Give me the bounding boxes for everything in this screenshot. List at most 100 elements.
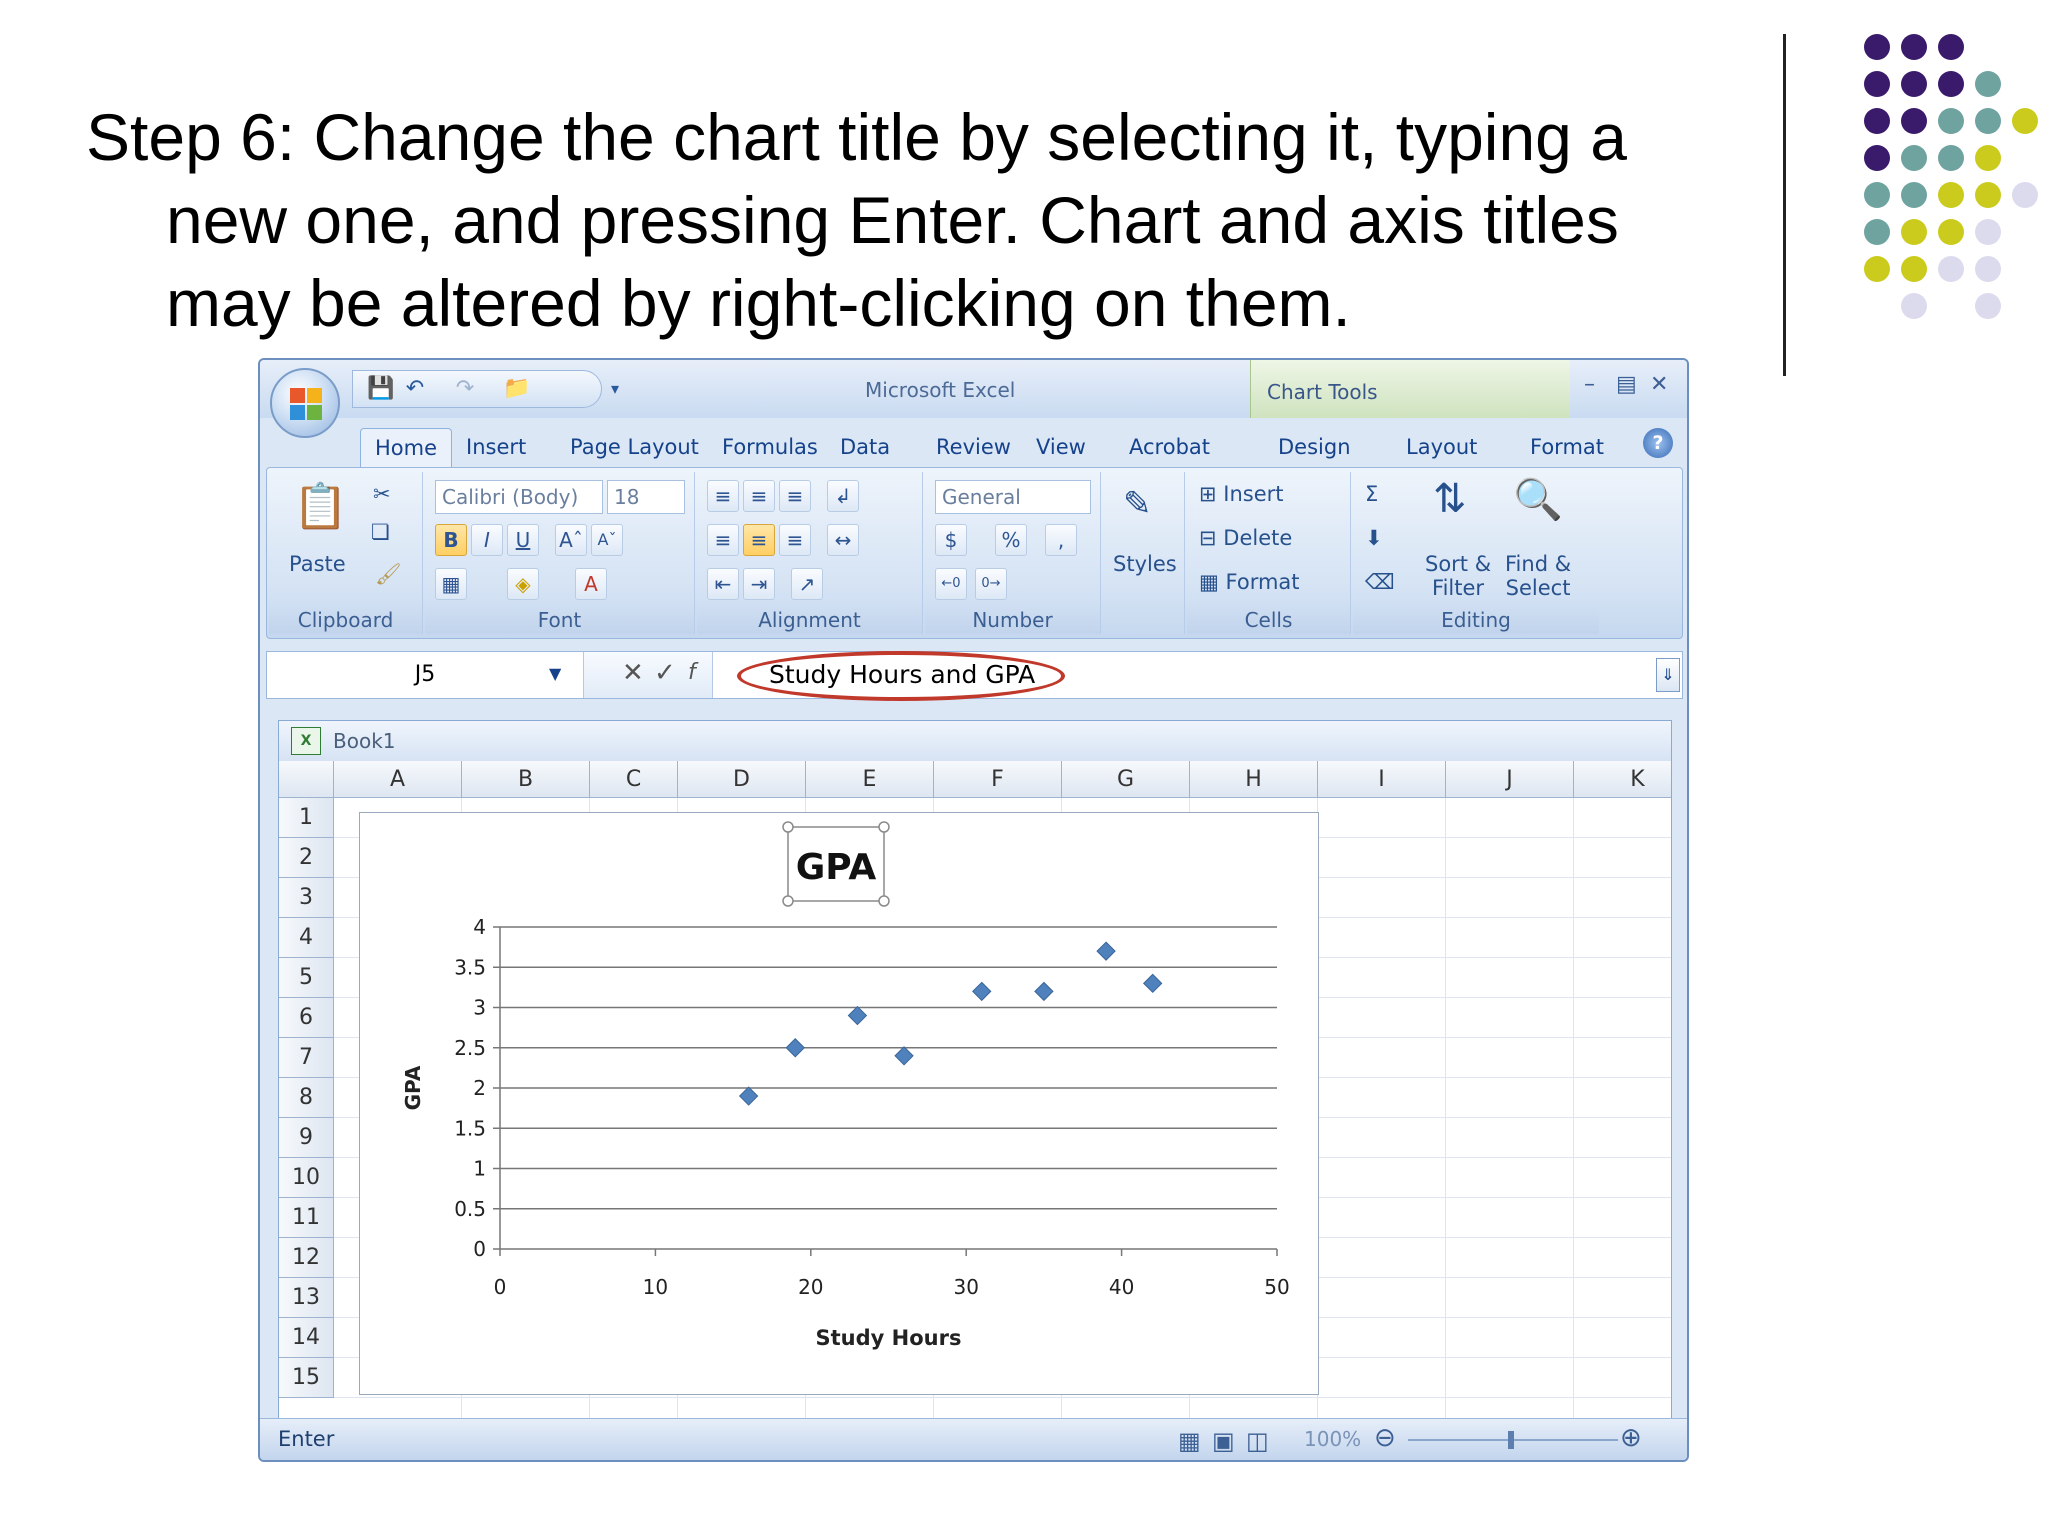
page-layout-view-icon[interactable]: ▣ [1212, 1427, 1235, 1455]
zoom-in-icon[interactable]: ⊕ [1620, 1423, 1642, 1453]
column-header-g[interactable]: G [1062, 761, 1190, 798]
row-header-5[interactable]: 5 [279, 958, 334, 998]
select-all-corner[interactable] [279, 761, 334, 798]
format-painter-icon[interactable]: 🖌 [375, 562, 402, 587]
decrease-indent-icon[interactable]: ⇤ [707, 568, 739, 600]
row-header-7[interactable]: 7 [279, 1038, 334, 1078]
tab-formulas[interactable]: Formulas [708, 428, 832, 468]
maximize-icon[interactable]: ▤ [1616, 372, 1637, 397]
help-icon[interactable]: ? [1643, 428, 1673, 458]
clear-icon[interactable]: ⌫ [1365, 570, 1395, 594]
underline-button[interactable]: U [507, 524, 539, 556]
tab-insert[interactable]: Insert [452, 428, 540, 468]
undo-icon[interactable]: ↶ [403, 377, 427, 401]
fill-icon[interactable]: ⬇ [1365, 526, 1383, 550]
align-top-icon[interactable]: ≡ [707, 480, 739, 512]
italic-button[interactable]: I [471, 524, 503, 556]
row-header-6[interactable]: 6 [279, 998, 334, 1038]
zoom-out-icon[interactable]: ⊖ [1374, 1423, 1396, 1453]
enter-icon[interactable]: ✓ [654, 658, 676, 688]
align-bottom-icon[interactable]: ≡ [779, 480, 811, 512]
row-header-10[interactable]: 10 [279, 1158, 334, 1198]
row-header-8[interactable]: 8 [279, 1078, 334, 1118]
column-header-f[interactable]: F [934, 761, 1062, 798]
column-header-i[interactable]: I [1318, 761, 1446, 798]
sort-filter-icon[interactable]: ⇅ [1433, 476, 1467, 522]
insert-function-icon[interactable]: f [688, 660, 696, 685]
tab-review[interactable]: Review [922, 428, 1025, 468]
grow-font-icon[interactable]: Aˆ [555, 524, 587, 556]
increase-decimal-icon[interactable]: ←0 [935, 568, 967, 600]
wrap-text-icon[interactable]: ↲ [827, 480, 859, 512]
styles-button[interactable]: Styles [1113, 552, 1177, 576]
tab-design[interactable]: Design [1264, 428, 1365, 468]
tab-view[interactable]: View [1022, 428, 1100, 468]
styles-icon[interactable]: ✎ [1123, 484, 1152, 524]
sort-filter-button[interactable]: Sort & Filter [1425, 552, 1491, 600]
row-header-14[interactable]: 14 [279, 1318, 334, 1358]
tab-data[interactable]: Data [826, 428, 904, 468]
merge-center-icon[interactable]: ↔ [827, 524, 859, 556]
orientation-icon[interactable]: ↗ [791, 568, 823, 600]
column-header-d[interactable]: D [678, 761, 806, 798]
normal-view-icon[interactable]: ▦ [1178, 1427, 1201, 1455]
bold-button[interactable]: B [435, 524, 467, 556]
copy-icon[interactable]: ❏ [371, 520, 390, 544]
column-header-h[interactable]: H [1190, 761, 1318, 798]
font-color-icon[interactable]: A [575, 568, 607, 600]
column-header-j[interactable]: J [1446, 761, 1574, 798]
row-header-11[interactable]: 11 [279, 1198, 334, 1238]
row-header-2[interactable]: 2 [279, 838, 334, 878]
insert-cells-button[interactable]: ⊞ Insert [1199, 482, 1284, 506]
find-select-button[interactable]: Find & Select [1505, 552, 1571, 600]
paste-icon[interactable]: 📋 [293, 480, 348, 532]
close-icon[interactable]: ✕ [1650, 372, 1668, 397]
format-cells-button[interactable]: ▦ Format [1199, 570, 1300, 594]
cancel-icon[interactable]: ✕ [622, 658, 644, 688]
autosum-icon[interactable]: Σ [1365, 482, 1378, 506]
expand-formula-icon[interactable]: ⇓ [1656, 658, 1680, 692]
zoom-level[interactable]: 100% [1304, 1427, 1361, 1451]
shrink-font-icon[interactable]: Aˇ [591, 524, 623, 556]
save-icon[interactable]: 💾 [367, 377, 394, 401]
column-header-a[interactable]: A [334, 761, 462, 798]
row-header-1[interactable]: 1 [279, 798, 334, 838]
tab-home[interactable]: Home [360, 428, 453, 468]
cut-icon[interactable]: ✂ [373, 482, 391, 506]
decrease-decimal-icon[interactable]: 0→ [975, 568, 1007, 600]
redo-icon[interactable]: ↷ [453, 377, 477, 401]
tab-acrobat[interactable]: Acrobat [1115, 428, 1224, 468]
paste-button[interactable]: Paste [289, 552, 346, 576]
row-header-3[interactable]: 3 [279, 878, 334, 918]
row-header-12[interactable]: 12 [279, 1238, 334, 1278]
row-header-13[interactable]: 13 [279, 1278, 334, 1318]
open-icon[interactable]: 📁 [503, 377, 530, 401]
align-middle-icon[interactable]: ≡ [743, 480, 775, 512]
percent-button[interactable]: % [995, 524, 1027, 556]
binoculars-icon[interactable]: 🔍 [1513, 476, 1563, 523]
minimize-icon[interactable]: – [1584, 372, 1595, 397]
align-right-icon[interactable]: ≡ [779, 524, 811, 556]
fill-color-icon[interactable]: ◈ [507, 568, 539, 600]
page-break-view-icon[interactable]: ◫ [1246, 1427, 1269, 1455]
office-button[interactable] [270, 368, 340, 438]
currency-button[interactable]: $ [935, 524, 967, 556]
row-header-9[interactable]: 9 [279, 1118, 334, 1158]
customize-qat-icon[interactable]: ▾ [603, 377, 627, 401]
zoom-slider-thumb[interactable] [1508, 1431, 1514, 1449]
tab-format[interactable]: Format [1516, 428, 1618, 468]
name-box[interactable]: J5 [267, 652, 583, 698]
delete-cells-button[interactable]: ⊟ Delete [1199, 526, 1292, 550]
worksheet-grid[interactable]: 0 0.5 1 1.5 2 2.5 3 3.5 4 0 10 20 30 40 50 Study Hours G… [279, 761, 1671, 1427]
chart-area[interactable]: 0 0.5 1 1.5 2 2.5 3 3.5 4 0 10 20 30 40 50 Study Hours G… [359, 812, 1319, 1395]
name-box-dropdown-icon[interactable]: ▼ [549, 664, 561, 683]
column-header-e[interactable]: E [806, 761, 934, 798]
column-header-k[interactable]: K [1574, 761, 1671, 798]
row-header-4[interactable]: 4 [279, 918, 334, 958]
number-format-dropdown[interactable]: General [935, 480, 1091, 514]
tab-layout[interactable]: Layout [1392, 428, 1491, 468]
borders-icon[interactable]: ▦ [435, 568, 467, 600]
align-center-icon[interactable]: ≡ [743, 524, 775, 556]
increase-indent-icon[interactable]: ⇥ [743, 568, 775, 600]
comma-button[interactable]: , [1045, 524, 1077, 556]
